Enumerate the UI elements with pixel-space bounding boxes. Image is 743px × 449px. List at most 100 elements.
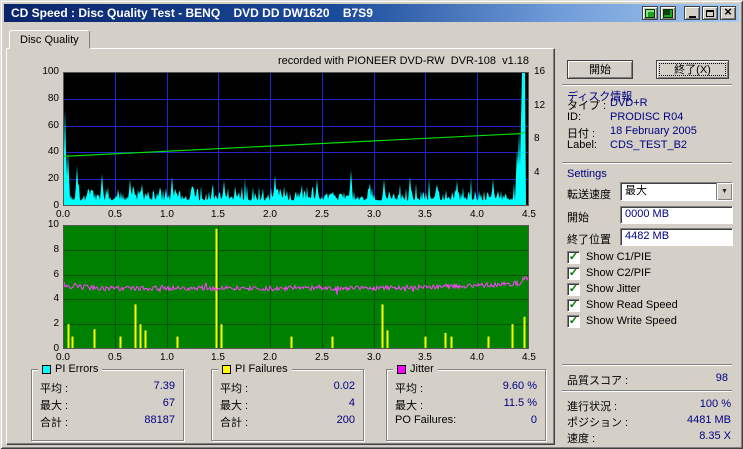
jitter-row: 最大 : 11.5 % [395, 397, 537, 414]
maximize-button[interactable] [702, 6, 718, 20]
control-panel: 開始 終了(X) ディスク情報 タイプ : DVD+R ID: PRODISC R04… [558, 50, 738, 446]
legend-swatch-pi-errors [42, 364, 51, 374]
disc-info-value: DVD+R [610, 97, 648, 109]
status-row: 進行状況 : 100 % [567, 398, 731, 414]
separator [562, 162, 732, 164]
axis-tick-label: 0.5 [108, 352, 122, 363]
axis-tick-label: 12 [534, 100, 546, 111]
exit-button[interactable]: 終了(X) [656, 60, 729, 79]
close-icon: × [724, 4, 732, 19]
disc-info-row: ID: PRODISC R04 [567, 111, 731, 125]
status-row: 速度 : 8.35 X [567, 430, 731, 446]
checkbox-show-jitter[interactable]: ✓ [567, 283, 580, 296]
stat-box-pi-failures: PI Failures 平均 : 0.02 最大 : 4 合計 : 200 [211, 362, 364, 441]
checkbox-show-read-speed[interactable]: ✓ [567, 299, 580, 312]
maximize-icon [706, 9, 714, 17]
axis-tick-label: 1.0 [160, 209, 174, 220]
legend-swatch-jitter [397, 364, 406, 374]
minimize-icon [688, 15, 696, 18]
pie-and-write-speed-chart [63, 72, 529, 206]
disc-info-row: Label: CDS_TEST_B2 [567, 139, 731, 153]
dropdown-button[interactable]: ▼ [716, 183, 732, 200]
green-chip-icon-2[interactable] [660, 6, 676, 20]
checkbox-row-show-c1-pie[interactable]: ✓ Show C1/PIE [567, 250, 731, 266]
minimize-button[interactable] [684, 6, 700, 20]
stat-box-header: Jitter [393, 362, 438, 376]
pi-errors-label: 合計 : [40, 417, 69, 429]
app-window: CD Speed : Disc Quality Test - BENQ DVD … [0, 0, 743, 449]
checkbox-show-c1-pie[interactable]: ✓ [567, 251, 580, 264]
pi-errors-row: 平均 : 7.39 [40, 380, 175, 397]
check-icon: ✓ [568, 282, 579, 295]
stat-box-jitter: Jitter 平均 : 9.60 % 最大 : 11.5 % PO Failures: 0 [386, 362, 546, 441]
check-icon: ✓ [568, 266, 579, 279]
pi-failures-value: 4 [348, 397, 355, 409]
separator [562, 364, 732, 366]
status-label: 速度 : [567, 433, 596, 445]
separator [562, 390, 732, 392]
bottom-chart: 0 2 4 6 8 10 0.0 0.5 1.0 1.5 2.0 2.5 3.0 3.5 4.0 4.5 [48, 219, 536, 363]
checkbox-label: Show Write Speed [586, 315, 677, 327]
chip-glyph-icon [663, 8, 673, 18]
axis-tick-label: 2.0 [263, 209, 277, 220]
disc-info-label: Label: [567, 139, 597, 151]
axis-tick-label: 20 [47, 173, 59, 184]
pi-failures-value: 200 [336, 414, 355, 426]
top-chart: 0 20 40 60 80 100 4 8 12 16 0.0 0.5 1.0 1.5 2.0 2.5 3.0 3… [42, 66, 545, 220]
status-value: 8.35 X [699, 430, 731, 442]
stat-box-title: Jitter [410, 363, 434, 375]
axis-tick-label: 8 [53, 244, 59, 255]
quality-score-value: 98 [715, 372, 728, 384]
checkbox-row-show-c2-pif[interactable]: ✓ Show C2/PIF [567, 266, 731, 282]
jitter-label: PO Failures: [395, 414, 457, 426]
stat-box-title: PI Failures [235, 363, 288, 375]
end-position-input[interactable]: 4482 MB [620, 228, 733, 246]
status-row: ポジション : 4481 MB [567, 414, 731, 430]
close-button[interactable]: × [720, 4, 736, 20]
stat-box-rows: 平均 : 0.02 最大 : 4 合計 : 200 [220, 380, 355, 431]
disc-info-section: タイプ : DVD+R ID: PRODISC R04 日付 :18 February … [567, 97, 731, 153]
status-value: 100 % [699, 398, 731, 410]
end-position-label: 終了位置 [567, 234, 611, 246]
checkbox-row-show-read-speed[interactable]: ✓ Show Read Speed [567, 298, 731, 314]
jitter-value: 11.5 % [503, 397, 537, 409]
start-position-input[interactable]: 0000 MB [620, 206, 733, 224]
pi-failures-label: 平均 : [220, 383, 249, 395]
green-chip-icon-1[interactable] [642, 6, 658, 20]
axis-tick-label: 1.0 [160, 352, 174, 363]
tab-disc-quality[interactable]: Disc Quality [9, 30, 90, 49]
axis-tick-label: 40 [47, 146, 59, 157]
pi-failures-value: 0.02 [333, 380, 355, 392]
checkbox-show-c2-pif[interactable]: ✓ [567, 267, 580, 280]
axis-tick-label: 4.0 [470, 352, 484, 363]
transfer-speed-value: 最大 [625, 185, 647, 197]
stat-box-title: PI Errors [55, 363, 99, 375]
start-position-label: 開始 [567, 212, 589, 224]
transfer-speed-select[interactable]: 最大 ▼ [620, 182, 733, 201]
status-value: 4481 MB [686, 414, 731, 426]
checkbox-label: Show Jitter [586, 283, 641, 295]
axis-tick-label: 0.5 [108, 209, 122, 220]
titlebar[interactable]: CD Speed : Disc Quality Test - BENQ DVD … [4, 4, 739, 22]
pi-errors-value: 88187 [144, 414, 175, 426]
start-button[interactable]: 開始 [567, 60, 633, 79]
disc-info-value: 18 February 2005 [610, 125, 697, 137]
titlebar-buttons: × [642, 4, 736, 20]
axis-tick-label: 4.5 [522, 352, 536, 363]
jitter-value: 9.60 % [502, 380, 537, 392]
status-label: 進行状況 : [567, 401, 618, 413]
pi-failures-row: 最大 : 4 [220, 397, 355, 414]
axis-tick-label: 2.5 [315, 352, 329, 363]
axis-tick-label: 3.0 [367, 352, 381, 363]
pi-failures-row: 合計 : 200 [220, 414, 355, 431]
jitter-row: 平均 : 9.60 % [395, 380, 537, 397]
checkbox-row-show-write-speed[interactable]: ✓ Show Write Speed [567, 314, 731, 330]
axis-tick-label: 4 [534, 167, 540, 178]
axis-tick-label: 6 [53, 269, 59, 280]
axis-tick-label: 1.5 [211, 209, 225, 220]
pi-failures-label: 合計 : [220, 417, 249, 429]
checkbox-row-show-jitter[interactable]: ✓ Show Jitter [567, 282, 731, 298]
checkbox-show-write-speed[interactable]: ✓ [567, 315, 580, 328]
chip-glyph-icon [645, 8, 655, 18]
